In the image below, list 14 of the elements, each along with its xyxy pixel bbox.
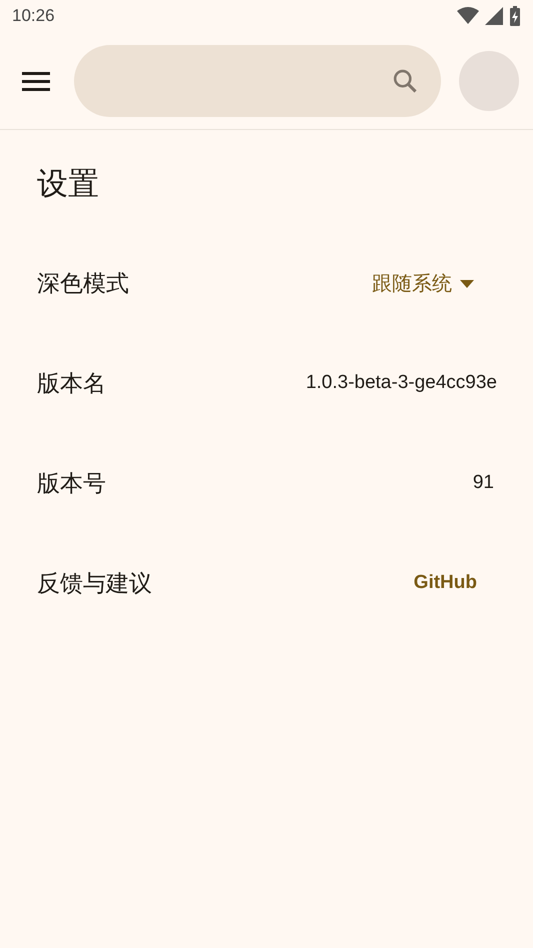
setting-label: 反馈与建议 <box>37 569 152 598</box>
battery-icon <box>509 6 521 26</box>
github-link[interactable]: GitHub <box>414 569 477 598</box>
setting-label: 深色模式 <box>37 269 129 298</box>
setting-value: 1.0.3-beta-3-ge4cc93e <box>306 371 497 396</box>
setting-label: 版本名 <box>37 369 106 398</box>
setting-value: 91 <box>472 471 494 496</box>
status-time: 10:26 <box>12 5 55 28</box>
wifi-icon <box>457 7 479 25</box>
theme-dropdown[interactable]: 跟随系统 <box>372 268 474 298</box>
caret-icon <box>460 280 474 288</box>
signal-icon <box>485 7 503 25</box>
setting-label: 版本号 <box>37 469 106 498</box>
page-title: 设置 <box>37 165 100 203</box>
